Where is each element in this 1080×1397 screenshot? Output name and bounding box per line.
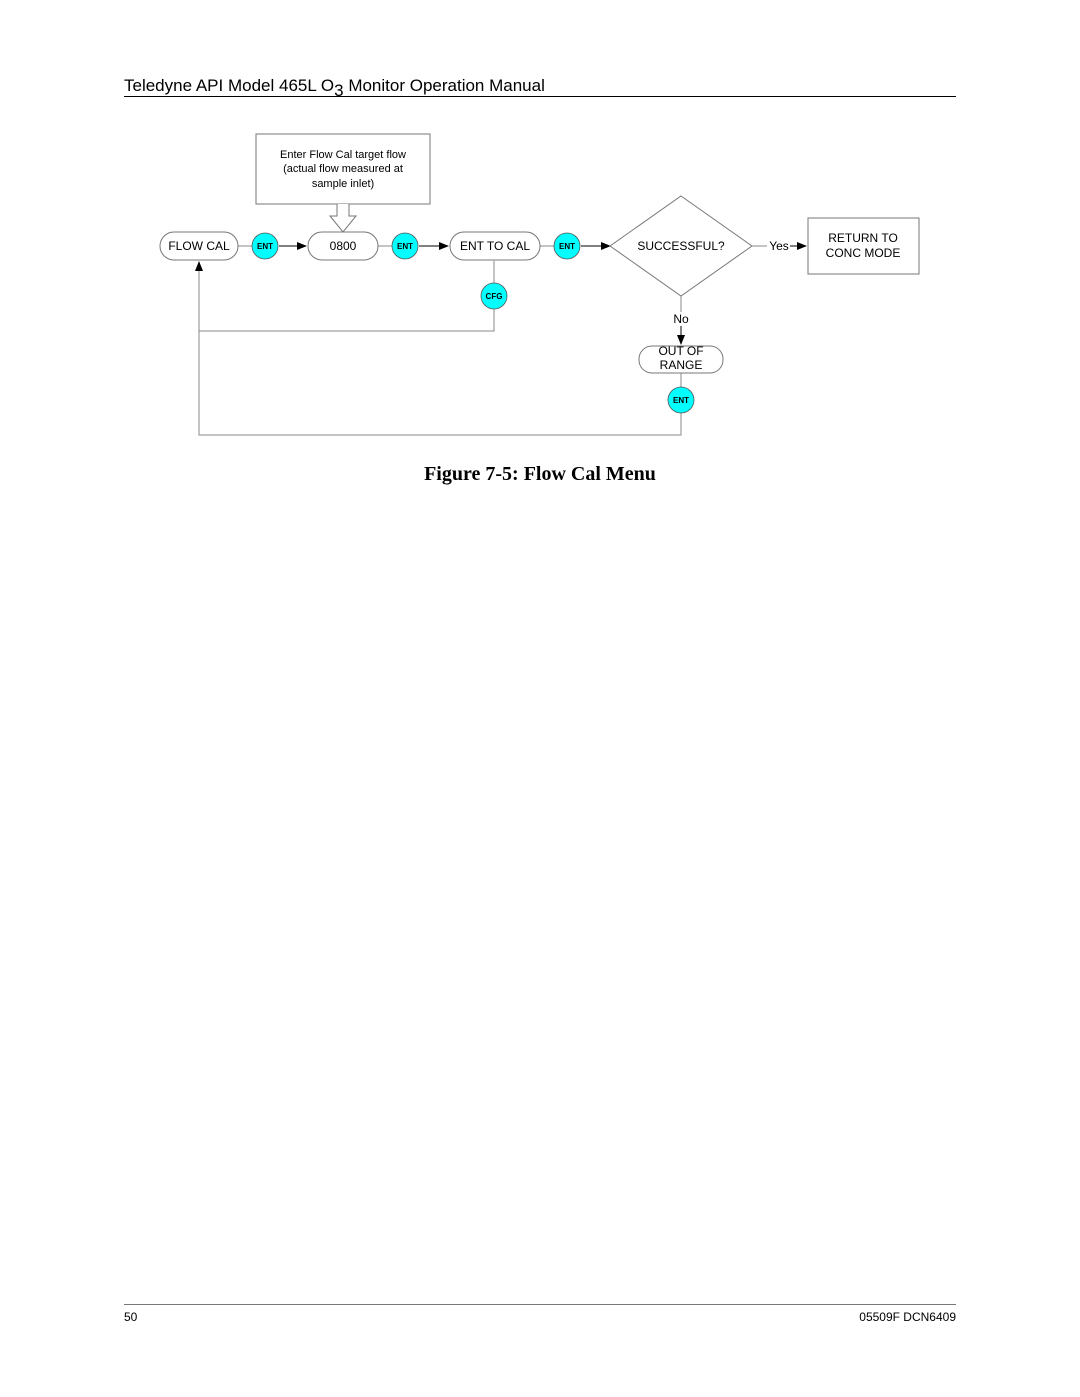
connector-lines [195, 242, 807, 436]
note-line-3: sample inlet) [312, 178, 374, 190]
note-line-1: Enter Flow Cal target flow [280, 149, 406, 161]
flow-cal-menu-diagram: Enter Flow Cal target flow (actual flow … [159, 133, 920, 436]
cfg-button[interactable]: CFG [480, 282, 508, 310]
ent-button-2-label: ENT [397, 242, 413, 251]
node-ent-to-cal-label: ENT TO CAL [460, 239, 530, 253]
cfg-button-label: CFG [486, 292, 503, 301]
node-out-of-range-line-2: RANGE [660, 358, 703, 372]
node-flow-cal: FLOW CAL [159, 231, 239, 261]
node-value: 0800 [307, 231, 379, 261]
ent-button-1[interactable]: ENT [251, 232, 279, 260]
node-return-line-1: RETURN TO [828, 231, 898, 245]
node-return-line-2: CONC MODE [826, 246, 901, 260]
figure-caption: Figure 7-5: Flow Cal Menu [424, 463, 656, 485]
note-box: Enter Flow Cal target flow (actual flow … [255, 133, 431, 233]
ent-button-4[interactable]: ENT [667, 386, 695, 414]
node-ent-to-cal: ENT TO CAL [449, 231, 541, 261]
ent-button-3[interactable]: ENT [553, 232, 581, 260]
node-value-label: 0800 [330, 239, 357, 253]
ent-button-1-label: ENT [257, 242, 273, 251]
note-down-arrow-icon [328, 204, 358, 233]
edge-label-no: No [673, 312, 689, 326]
node-return-conc-mode: RETURN TO CONC MODE [807, 217, 920, 275]
cfg-loop-line [199, 308, 495, 332]
edge-label-yes: Yes [769, 239, 789, 253]
node-flow-cal-label: FLOW CAL [168, 239, 230, 253]
node-out-of-range-line-1: OUT OF [658, 344, 703, 358]
ent-button-3-label: ENT [559, 242, 575, 251]
decision-successful: SUCCESSFUL? [609, 195, 753, 297]
node-out-of-range: OUT OF RANGE [638, 344, 724, 374]
ent-button-2[interactable]: ENT [391, 232, 419, 260]
footer-rule [124, 1304, 956, 1305]
footer-doc-id: 05509F DCN6409 [859, 1310, 956, 1324]
out-of-range-loop-line [195, 261, 682, 436]
decision-label: SUCCESSFUL? [637, 239, 725, 253]
ent-button-4-label: ENT [673, 396, 689, 405]
footer-page-number: 50 [124, 1310, 138, 1324]
note-line-2: (actual flow measured at [283, 163, 403, 175]
